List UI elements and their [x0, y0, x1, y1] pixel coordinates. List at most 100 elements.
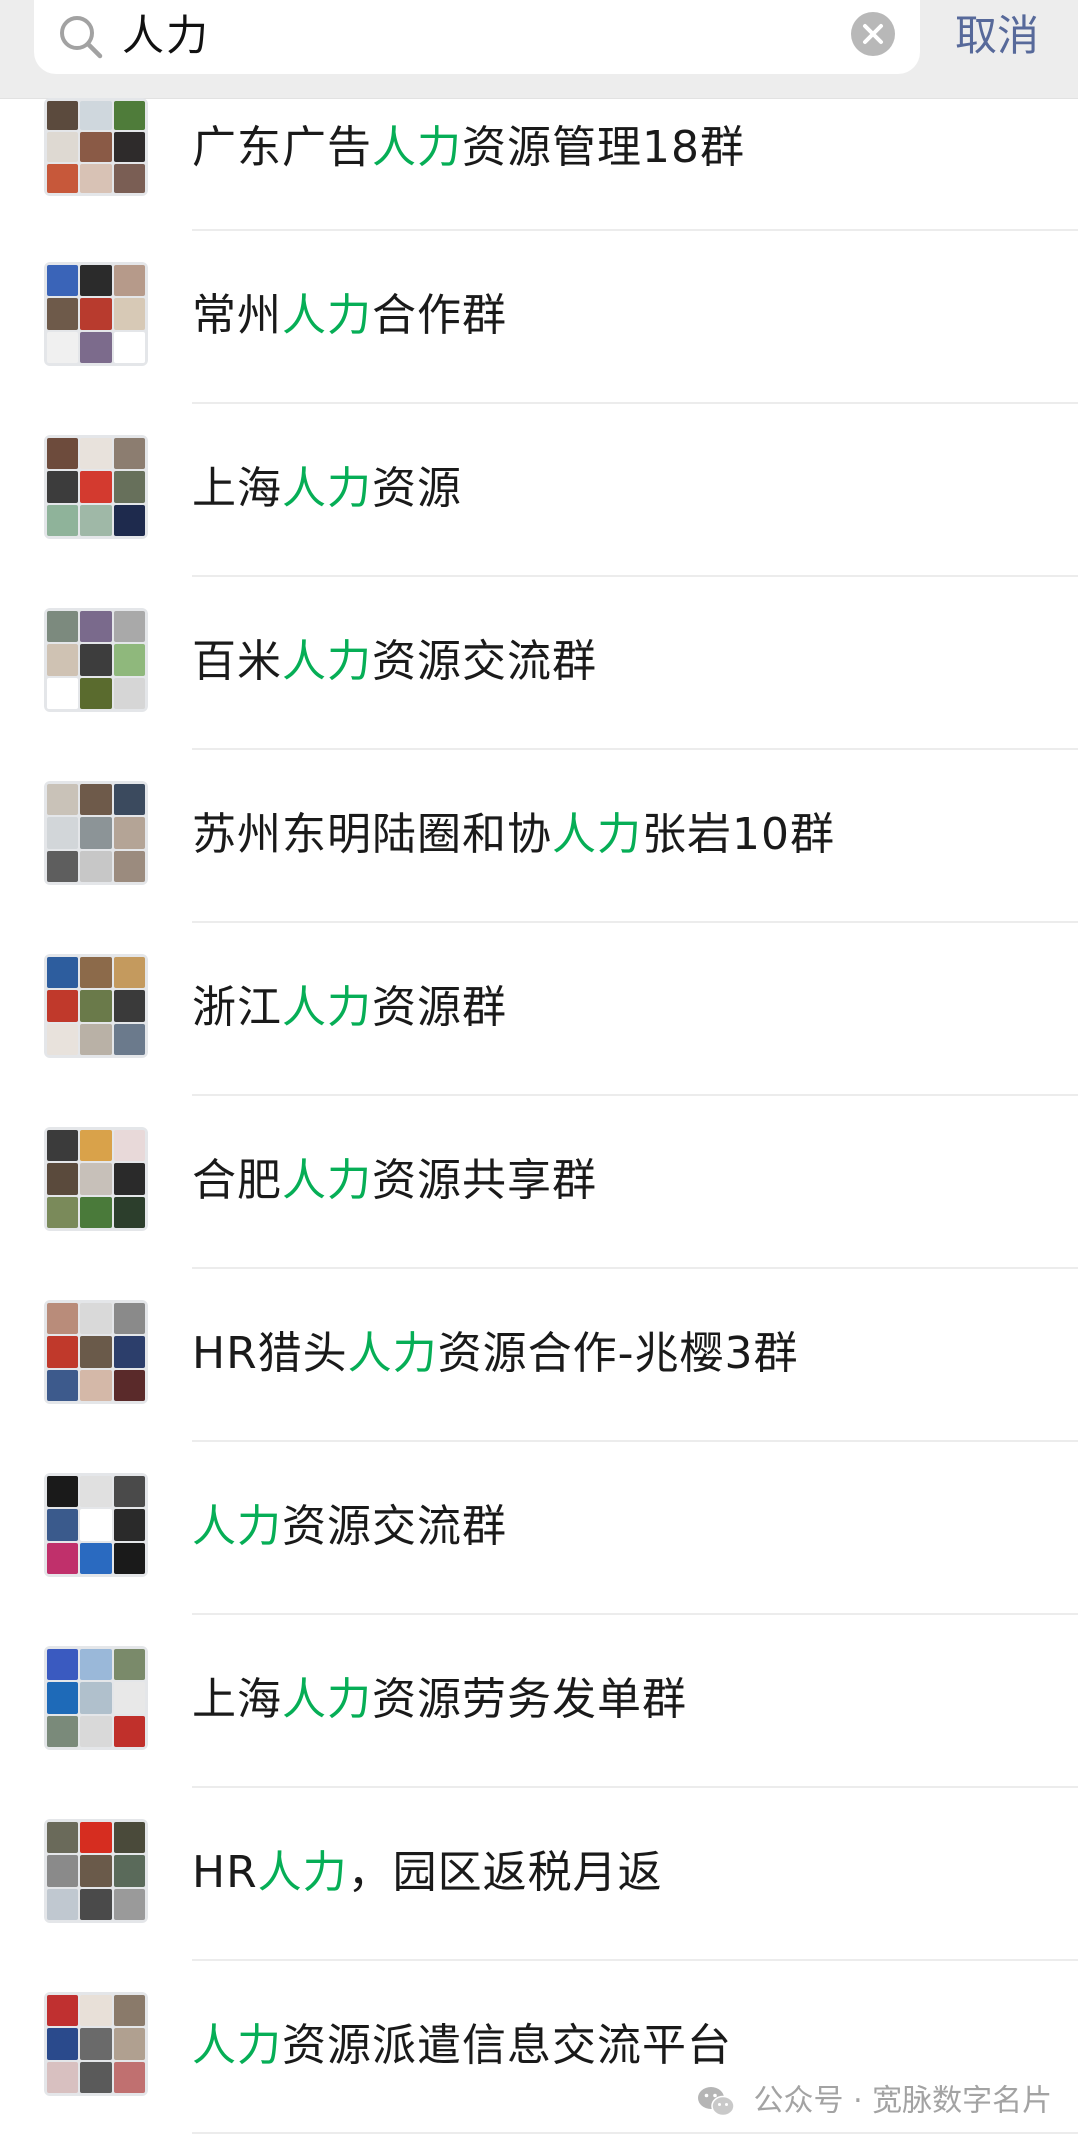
- group-name-part: 资源派遣信息交流平台: [282, 2020, 732, 2071]
- search-results-list: 广东广告人力资源管理18群 常州人力合作群 上海人力资源 百米人力资源交流群 苏州东明陆…: [0, 98, 1078, 2134]
- group-name-part: ，园区返税月返: [347, 1847, 663, 1898]
- member-avatar-thumb: [80, 1855, 112, 1887]
- group-name-part: 合作群: [372, 290, 507, 341]
- group-name: 苏州东明陆圈和协人力张岩10群: [192, 805, 835, 865]
- group-name: 人力资源交流群: [192, 1497, 507, 1557]
- member-avatar-thumb: [113, 1542, 145, 1574]
- member-avatar-thumb: [80, 784, 112, 816]
- group-name-part: 百米: [192, 636, 282, 687]
- row-divider: [192, 2132, 1078, 2134]
- member-avatar-thumb: [47, 1888, 79, 1920]
- member-avatar-thumb: [113, 1649, 145, 1681]
- result-row[interactable]: HR人力，园区返税月返: [0, 1788, 1078, 1961]
- group-name-part: 资源: [372, 463, 462, 514]
- group-name-part: HR猎头: [192, 1328, 348, 1379]
- member-avatar-thumb: [113, 1476, 145, 1508]
- cancel-button[interactable]: 取消: [955, 8, 1039, 64]
- member-avatar-thumb: [47, 1336, 79, 1368]
- watermark-text: 公众号 · 宽脉数字名片: [753, 2083, 1053, 2119]
- member-avatar-thumb: [80, 504, 112, 536]
- result-row[interactable]: 人力资源交流群: [0, 1442, 1078, 1615]
- member-avatar-thumb: [47, 1509, 79, 1541]
- member-avatar-thumb: [80, 1196, 112, 1228]
- group-avatar: [44, 1819, 148, 1923]
- highlighted-keyword: 人力: [257, 1847, 348, 1898]
- search-input[interactable]: 人力: [122, 8, 210, 64]
- member-avatar-thumb: [80, 817, 112, 849]
- member-avatar-thumb: [80, 2061, 112, 2093]
- member-avatar-thumb: [113, 1715, 145, 1747]
- member-avatar-thumb: [80, 1303, 112, 1335]
- group-avatar: [44, 98, 148, 196]
- member-avatar-thumb: [47, 957, 79, 989]
- result-row[interactable]: 合肥人力资源共享群: [0, 1096, 1078, 1269]
- search-field[interactable]: 人力: [34, 0, 920, 74]
- member-avatar-thumb: [47, 163, 79, 193]
- highlighted-keyword: 人力: [372, 122, 462, 173]
- member-avatar-thumb: [80, 1542, 112, 1574]
- result-row[interactable]: 广东广告人力资源管理18群: [0, 98, 1078, 231]
- result-row[interactable]: 上海人力资源: [0, 404, 1078, 577]
- watermark: 公众号 · 宽脉数字名片: [696, 2076, 1052, 2126]
- member-avatar-thumb: [80, 1888, 112, 1920]
- result-row[interactable]: 上海人力资源劳务发单群: [0, 1615, 1078, 1788]
- member-avatar-thumb: [113, 331, 145, 363]
- group-name-part: 广东广告: [192, 122, 372, 173]
- group-avatar: [44, 262, 148, 366]
- highlighted-keyword: 人力: [552, 809, 642, 860]
- member-avatar-thumb: [47, 331, 79, 363]
- highlighted-keyword: 人力: [192, 2020, 282, 2071]
- group-avatar: [44, 1127, 148, 1231]
- search-bar: 人力 取消: [0, 0, 1078, 99]
- group-name: HR人力，园区返税月返: [192, 1843, 663, 1903]
- member-avatar-thumb: [80, 1130, 112, 1162]
- group-name: 广东广告人力资源管理18群: [192, 118, 745, 178]
- result-row[interactable]: HR猎头人力资源合作-兆樱3群: [0, 1269, 1078, 1442]
- result-row[interactable]: 常州人力合作群: [0, 231, 1078, 404]
- clear-icon[interactable]: [850, 11, 896, 57]
- member-avatar-thumb: [80, 1715, 112, 1747]
- group-name-part: 资源劳务发单群: [372, 1674, 687, 1725]
- member-avatar-thumb: [113, 1369, 145, 1401]
- group-name-part: 资源交流群: [282, 1501, 507, 1552]
- member-avatar-thumb: [113, 1196, 145, 1228]
- result-row[interactable]: 百米人力资源交流群: [0, 577, 1078, 750]
- group-name: 浙江人力资源群: [192, 978, 507, 1038]
- member-avatar-thumb: [113, 784, 145, 816]
- group-name: HR猎头人力资源合作-兆樱3群: [192, 1324, 799, 1384]
- member-avatar-thumb: [47, 471, 79, 503]
- member-avatar-thumb: [113, 1023, 145, 1055]
- member-avatar-thumb: [47, 1196, 79, 1228]
- group-avatar: [44, 1646, 148, 1750]
- group-name: 常州人力合作群: [192, 286, 507, 346]
- group-name-part: 常州: [192, 290, 282, 341]
- member-avatar-thumb: [47, 850, 79, 882]
- group-name-part: 资源共享群: [372, 1155, 597, 1206]
- member-avatar-thumb: [80, 1369, 112, 1401]
- group-name: 百米人力资源交流群: [192, 632, 597, 692]
- member-avatar-thumb: [47, 677, 79, 709]
- member-avatar-thumb: [47, 784, 79, 816]
- member-avatar-thumb: [47, 817, 79, 849]
- member-avatar-thumb: [113, 265, 145, 297]
- group-name-part: HR: [192, 1847, 258, 1898]
- highlighted-keyword: 人力: [192, 1501, 282, 1552]
- result-row[interactable]: 苏州东明陆圈和协人力张岩10群: [0, 750, 1078, 923]
- member-avatar-thumb: [47, 1023, 79, 1055]
- member-avatar-thumb: [113, 298, 145, 330]
- member-avatar-thumb: [80, 1023, 112, 1055]
- member-avatar-thumb: [47, 990, 79, 1022]
- member-avatar-thumb: [47, 611, 79, 643]
- member-avatar-thumb: [113, 101, 145, 131]
- highlighted-keyword: 人力: [282, 982, 372, 1033]
- member-avatar-thumb: [113, 850, 145, 882]
- group-name-part: 资源群: [372, 982, 507, 1033]
- group-name-part: 苏州东明陆圈和协: [192, 809, 552, 860]
- result-row[interactable]: 浙江人力资源群: [0, 923, 1078, 1096]
- member-avatar-thumb: [113, 504, 145, 536]
- group-avatar: [44, 954, 148, 1058]
- member-avatar-thumb: [47, 438, 79, 470]
- member-avatar-thumb: [113, 132, 145, 162]
- member-avatar-thumb: [113, 1130, 145, 1162]
- group-avatar: [44, 781, 148, 885]
